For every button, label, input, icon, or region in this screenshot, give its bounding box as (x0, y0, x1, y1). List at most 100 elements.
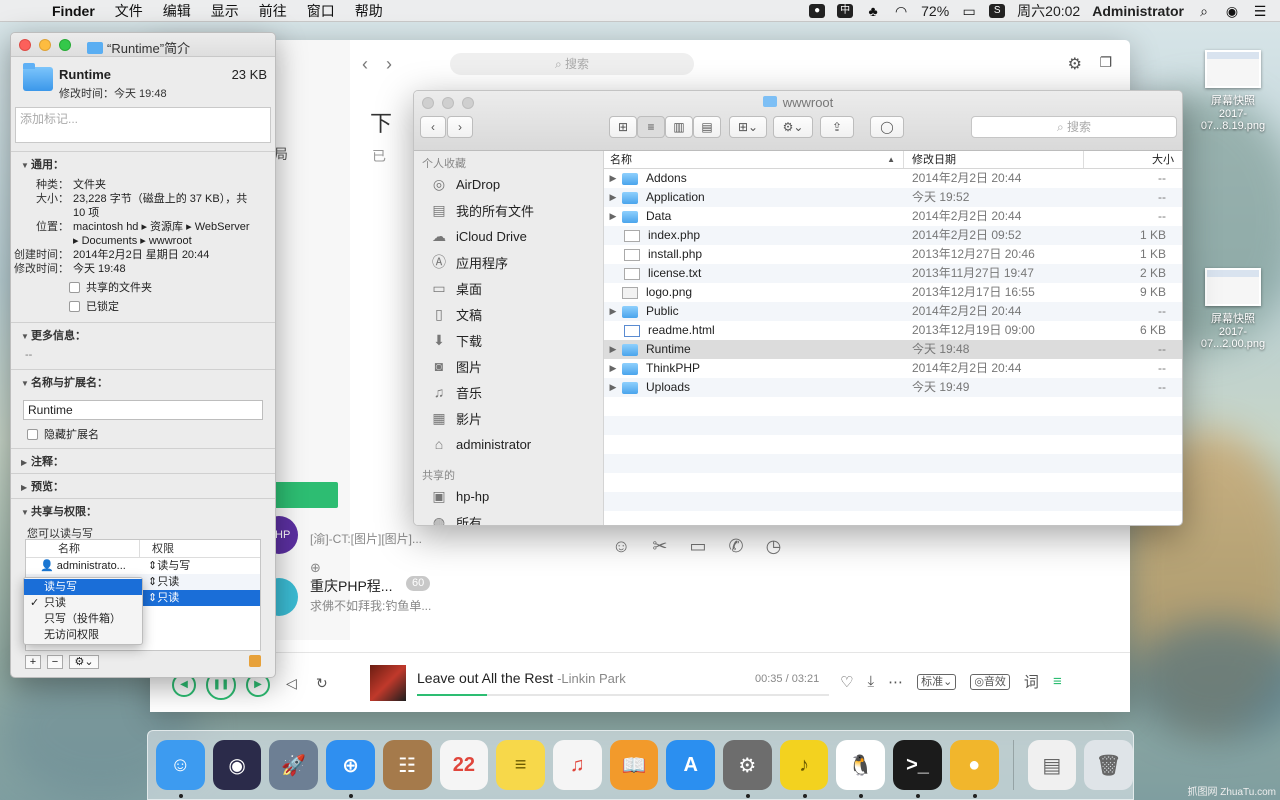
disclosure-open-icon[interactable]: ▼ (21, 332, 31, 341)
sidebar-item-[interactable]: ◙ 图片 (414, 353, 603, 379)
checkbox[interactable] (69, 300, 80, 312)
phone-icon[interactable]: ✆ (729, 536, 744, 557)
calendar-icon[interactable]: 22 (439, 740, 489, 790)
table-row[interactable]: 👤 administrato... ⇕读与写 (26, 558, 260, 574)
menu-app-name[interactable]: Finder (52, 3, 95, 19)
desktop-file-screenshot-2[interactable]: 屏幕快照 2017-07...2.00.png (1188, 268, 1278, 350)
sidebar-item-icloud-drive[interactable]: ☁ iCloud Drive (414, 223, 603, 249)
disclosure-triangle-icon[interactable]: ▶ (604, 188, 622, 207)
preview-section[interactable]: ▶ 预览： (11, 473, 275, 498)
disclosure-open-icon[interactable]: ▼ (21, 379, 31, 388)
column-permission[interactable]: 权限 (140, 540, 174, 557)
table-row[interactable]: ▶ Application 今天 19:52 -- (604, 188, 1182, 207)
comments-section[interactable]: ▶ 注释： (11, 448, 275, 473)
safari-icon[interactable]: ⊕ (326, 740, 375, 798)
table-row[interactable]: ▶ Uploads 今天 19:49 -- (604, 378, 1182, 397)
quality-select[interactable]: 标准⌄ (917, 673, 957, 690)
table-row[interactable]: ▶ ThinkPHP 2014年2月2日 20:44 -- (604, 359, 1182, 378)
more-info-section[interactable]: ▼ 更多信息： -- (11, 322, 275, 369)
sidebar-item-[interactable]: ◍ 所有... (414, 509, 603, 525)
folder-icon[interactable]: ▭ (689, 536, 706, 557)
column-name[interactable]: 名称 (26, 540, 140, 557)
ibooks-icon[interactable]: 📖 (609, 740, 659, 790)
info-titlebar[interactable]: “Runtime”简介 (11, 33, 275, 57)
menu-view[interactable]: 显示 (211, 1, 239, 21)
permission-option-write-only[interactable]: 只写（投件箱） (24, 611, 142, 627)
disclosure-open-icon[interactable]: ▼ (21, 161, 31, 170)
table-row[interactable]: ▶ Data 2014年2月2日 20:44 -- (604, 207, 1182, 226)
music-search-input[interactable]: ⌕ 搜索 (450, 53, 694, 75)
table-row[interactable]: logo.png 2013年12月17日 16:55 9 KB (604, 283, 1182, 302)
history-icon[interactable]: ◷ (766, 536, 782, 557)
loop-icon[interactable]: ↻ (316, 675, 328, 692)
music-nav-arrows[interactable]: ‹› (362, 54, 410, 75)
spotlight-icon[interactable]: ⌕ (1196, 4, 1212, 18)
menu-go[interactable]: 前往 (259, 1, 287, 21)
sidebar-item-[interactable]: ♫ 音乐 (414, 379, 603, 405)
disclosure-closed-icon[interactable]: ▶ (21, 458, 31, 467)
desktop-file-screenshot-1[interactable]: 屏幕快照 2017-07...8.19.png (1188, 50, 1278, 132)
minimize-button[interactable] (39, 39, 51, 51)
scissors-icon[interactable]: ✂ (652, 536, 667, 557)
terminal-icon[interactable]: >_ (893, 740, 942, 798)
clock[interactable]: 周六20:02 (1017, 1, 1080, 21)
battery-icon[interactable]: ▭ (961, 4, 977, 18)
hide-extension-checkbox[interactable]: 隐藏扩展名 (27, 426, 275, 442)
close-button[interactable] (19, 39, 31, 51)
checkbox[interactable] (27, 428, 38, 440)
cover-flow-button[interactable]: ▤ (693, 116, 721, 138)
sogou-icon[interactable]: S (989, 3, 1006, 18)
user-menu[interactable]: Administrator (1092, 3, 1184, 19)
column-header-size[interactable]: 大小 (1084, 151, 1182, 168)
arrange-button[interactable]: ⊞⌄ (729, 116, 767, 138)
action-button[interactable]: ⚙⌄ (773, 116, 813, 138)
list-view-button[interactable]: ≡ (637, 116, 665, 138)
lock-icon[interactable] (249, 655, 261, 667)
sidebar-item-[interactable]: ▤ 我的所有文件 (414, 197, 603, 223)
name-ext-section[interactable]: ▼ 名称与扩展名： (11, 369, 275, 394)
preview-icon[interactable]: ▤ (1027, 740, 1077, 790)
input-method-icon[interactable]: 中 (837, 3, 854, 18)
shared-folder-checkbox[interactable]: 共享的文件夹 (69, 279, 275, 295)
permission-option-no-access[interactable]: 无访问权限 (24, 627, 142, 643)
emoji-icon[interactable]: ☺ (612, 536, 630, 557)
checkbox[interactable] (69, 281, 80, 293)
notes-icon[interactable]: ≡ (496, 740, 545, 790)
microphone-icon[interactable]: ● (809, 3, 826, 18)
permission-value[interactable]: ⇕读与写 (140, 558, 190, 574)
zoom-button[interactable] (59, 39, 71, 51)
settings-icon[interactable]: ⚙ (1068, 54, 1082, 74)
disclosure-triangle-icon[interactable]: ▶ (604, 340, 622, 359)
tags-input[interactable]: 添加标记... (15, 107, 271, 143)
table-row[interactable]: ▶ Runtime 今天 19:48 -- (604, 340, 1182, 359)
launchpad-icon[interactable]: 🚀 (269, 740, 319, 790)
disclosure-open-icon[interactable]: ▼ (21, 508, 31, 517)
sidebar-item-[interactable]: ▯ 文稿 (414, 301, 603, 327)
trash-icon[interactable]: 🗑 (1084, 740, 1133, 790)
wifi-icon[interactable]: ◠ (893, 4, 909, 18)
more-icon[interactable]: ⋯ (888, 673, 903, 691)
locked-checkbox[interactable]: 已锁定 (69, 298, 275, 314)
back-button[interactable]: ‹ (420, 116, 446, 138)
disclosure-triangle-icon[interactable]: ▶ (604, 359, 622, 378)
menu-file[interactable]: 文件 (115, 1, 143, 21)
mini-mode-icon[interactable]: ❐ (1099, 54, 1112, 71)
itunes-icon[interactable]: ♫ (552, 740, 602, 790)
add-user-button[interactable]: + (25, 655, 41, 669)
finder-icon[interactable]: ☺ (156, 740, 205, 798)
finder-toolbar[interactable]: wwwroot ‹ › ⊞ ≡ ▥ ▤ ⊞⌄ ⚙⌄ ⇪ ◯ ⌕ 搜索 (414, 91, 1182, 151)
disclosure-closed-icon[interactable]: ▶ (21, 483, 31, 492)
finder-search-input[interactable]: ⌕ 搜索 (971, 116, 1177, 138)
qq-status-icon[interactable]: ♣ (865, 4, 881, 18)
permission-value[interactable]: ⇕只读 (140, 590, 179, 606)
table-row[interactable]: readme.html 2013年12月19日 09:00 6 KB (604, 321, 1182, 340)
sidebar-item-administrator[interactable]: ⌂ administrator (414, 431, 603, 457)
remove-user-button[interactable]: − (47, 655, 63, 669)
sidebar-item-[interactable]: ▦ 影片 (414, 405, 603, 431)
siri-icon[interactable]: ◉ (212, 740, 262, 790)
sidebar-item-airdrop[interactable]: ◎ AirDrop (414, 171, 603, 197)
heart-icon[interactable]: ♡ (840, 673, 853, 691)
table-row[interactable]: index.php 2014年2月2日 09:52 1 KB (604, 226, 1182, 245)
table-row[interactable]: ▶ Addons 2014年2月2日 20:44 -- (604, 169, 1182, 188)
contacts-icon[interactable]: ☷ (382, 740, 432, 790)
